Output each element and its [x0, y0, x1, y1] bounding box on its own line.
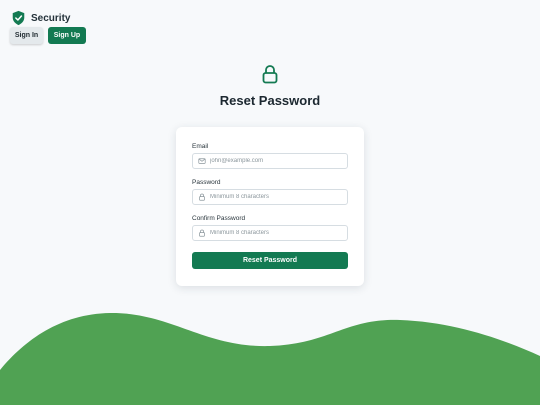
brand-name: Security — [31, 12, 71, 24]
page-title: Reset Password — [219, 93, 321, 108]
lock-icon — [262, 65, 278, 84]
shield-check-icon — [12, 10, 25, 26]
password-input[interactable] — [210, 191, 345, 203]
confirm-password-field[interactable] — [192, 225, 348, 241]
lock-icon — [199, 193, 205, 201]
confirm-password-input[interactable] — [210, 227, 345, 239]
decorative-hill — [0, 312, 540, 405]
brand[interactable]: Security — [11, 10, 70, 26]
password-field[interactable] — [192, 189, 348, 205]
sign-up-button[interactable]: Sign Up — [48, 27, 86, 44]
password-label: Password — [192, 179, 221, 186]
confirm-password-label: Confirm Password — [192, 215, 246, 222]
auth-buttons: Sign In Sign Up — [10, 27, 86, 44]
email-label: Email — [192, 143, 209, 150]
mail-icon — [198, 158, 206, 164]
reset-password-card: Email Password Confirm Password Reset Pa… — [176, 127, 364, 286]
reset-password-button[interactable]: Reset Password — [192, 252, 348, 269]
sign-in-button[interactable]: Sign In — [10, 27, 43, 44]
lock-icon — [199, 229, 205, 237]
email-input[interactable] — [210, 155, 345, 167]
email-field[interactable] — [192, 153, 348, 169]
